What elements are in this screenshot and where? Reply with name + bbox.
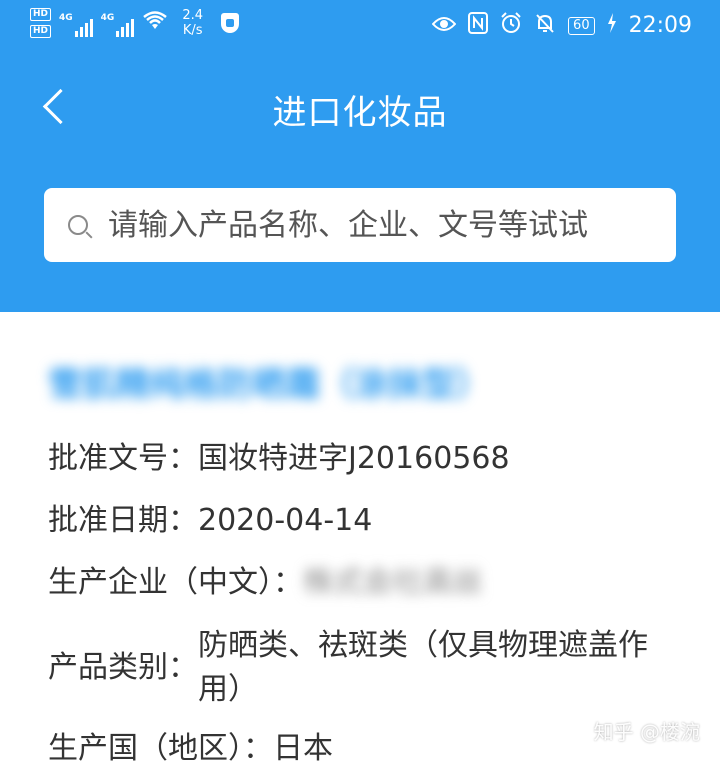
field-label: 生产企业（中文）：: [48, 565, 303, 600]
clock-time: 22:09: [628, 13, 692, 38]
shield-icon: [221, 13, 240, 33]
speed-unit: K/s: [182, 23, 203, 38]
field-value: 2020-04-14: [198, 503, 373, 538]
field-label: 批准日期：: [48, 503, 198, 538]
hd-badge-2: HD: [30, 25, 52, 38]
search-icon: [68, 215, 88, 235]
field-label: 批准文号：: [48, 441, 198, 476]
nfc-icon: [468, 12, 489, 39]
network-speed: 2.4 K/s: [182, 8, 203, 38]
signal-2-icon: 4G: [101, 9, 135, 37]
network-label-2: 4G: [100, 13, 115, 23]
status-bar-left: HD HD 4G 4G 2.4 K/s: [30, 8, 240, 38]
field-product-category: 产品类别： 防晒类、祛斑类（仅具物理遮盖作用）: [48, 624, 658, 712]
wifi-icon: [142, 10, 168, 36]
field-approval-date: 批准日期： 2020-04-14: [48, 500, 372, 542]
charging-icon: [607, 13, 617, 38]
field-manufacturer: 生产企业（中文）： 株式会社高丝: [48, 562, 483, 604]
alarm-icon: [500, 12, 522, 39]
mute-bell-icon: [534, 12, 556, 39]
signal-1-icon: 4G: [59, 9, 93, 37]
product-name[interactable]: 雪肌精纯格防晒霜（涂抹型）: [48, 362, 568, 408]
speed-value: 2.4: [182, 8, 204, 23]
status-bar-right: 60 22:09: [431, 12, 692, 39]
eye-icon: [431, 14, 457, 38]
status-bar: HD HD 4G 4G 2.4 K/s 60 22:09: [0, 0, 720, 56]
search-bar[interactable]: [44, 188, 676, 262]
search-input[interactable]: [106, 206, 650, 244]
watermark: 知乎 @楼涴: [593, 720, 700, 744]
hd-badge-1: HD: [30, 8, 52, 21]
network-label-1: 4G: [59, 13, 73, 23]
field-value: 防晒类、祛斑类（仅具物理遮盖作用）: [198, 628, 648, 707]
field-value: 株式会社高丝: [303, 565, 483, 600]
hd-indicators: HD HD: [30, 8, 52, 38]
battery-indicator: 60: [568, 16, 595, 35]
page-title: 进口化妆品: [272, 93, 448, 133]
field-value: 国妆特进字J20160568: [198, 441, 510, 476]
field-approval-number: 批准文号： 国妆特进字J20160568: [48, 438, 510, 480]
field-label: 产品类别：: [48, 650, 198, 685]
